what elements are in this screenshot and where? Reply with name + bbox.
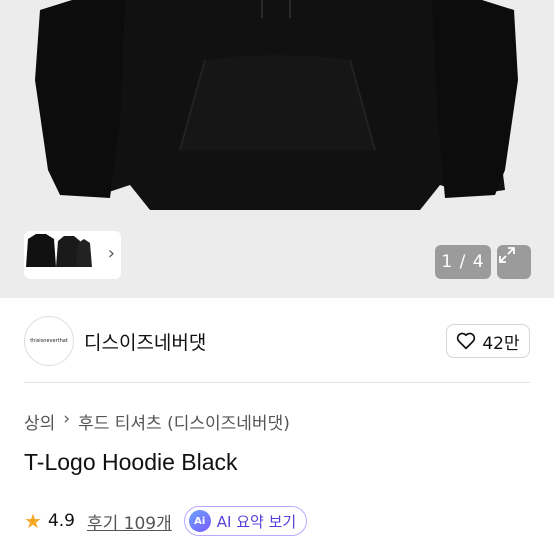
product-title: T-Logo Hoodie Black xyxy=(24,449,238,475)
brand-logo[interactable]: thisisneverthat xyxy=(24,316,74,366)
divider xyxy=(24,382,530,383)
thumbnail-next-icon[interactable]: › xyxy=(108,243,115,264)
breadcrumb: 상의 › 후드 티셔츠 (디스이즈네버댓) xyxy=(24,409,290,434)
thumbnail-images[interactable] xyxy=(24,231,94,271)
like-button[interactable]: 42만 xyxy=(446,324,530,358)
breadcrumb-separator-icon: › xyxy=(63,409,71,429)
product-image-gallery[interactable]: › 1 / 4 xyxy=(0,0,554,298)
ai-icon: Ai xyxy=(188,510,211,532)
like-count: 42만 xyxy=(482,333,520,354)
breadcrumb-current[interactable]: 후드 티셔츠 (디스이즈네버댓) xyxy=(78,409,290,434)
expand-button[interactable] xyxy=(497,245,531,279)
star-icon: ★ xyxy=(24,509,42,533)
thumbnail-strip[interactable]: › xyxy=(24,231,121,279)
image-counter: 1 / 4 xyxy=(435,245,491,279)
rating-score: 4.9 xyxy=(47,511,75,531)
ai-summary-button[interactable]: Ai AI 요약 보기 xyxy=(183,506,308,536)
brand-logo-text: thisisneverthat xyxy=(30,338,68,344)
breadcrumb-root[interactable]: 상의 xyxy=(24,409,55,434)
ai-summary-label: AI 요약 보기 xyxy=(216,512,297,531)
expand-icon xyxy=(499,247,515,263)
brand-row: thisisneverthat 디스이즈네버댓 42만 xyxy=(0,300,554,382)
brand-name-link[interactable]: 디스이즈네버댓 xyxy=(84,328,206,355)
review-count-link[interactable]: 후기 109개 xyxy=(87,509,172,534)
rating-row: ★ 4.9 후기 109개 Ai AI 요약 보기 xyxy=(24,506,308,536)
heart-icon xyxy=(457,332,476,350)
